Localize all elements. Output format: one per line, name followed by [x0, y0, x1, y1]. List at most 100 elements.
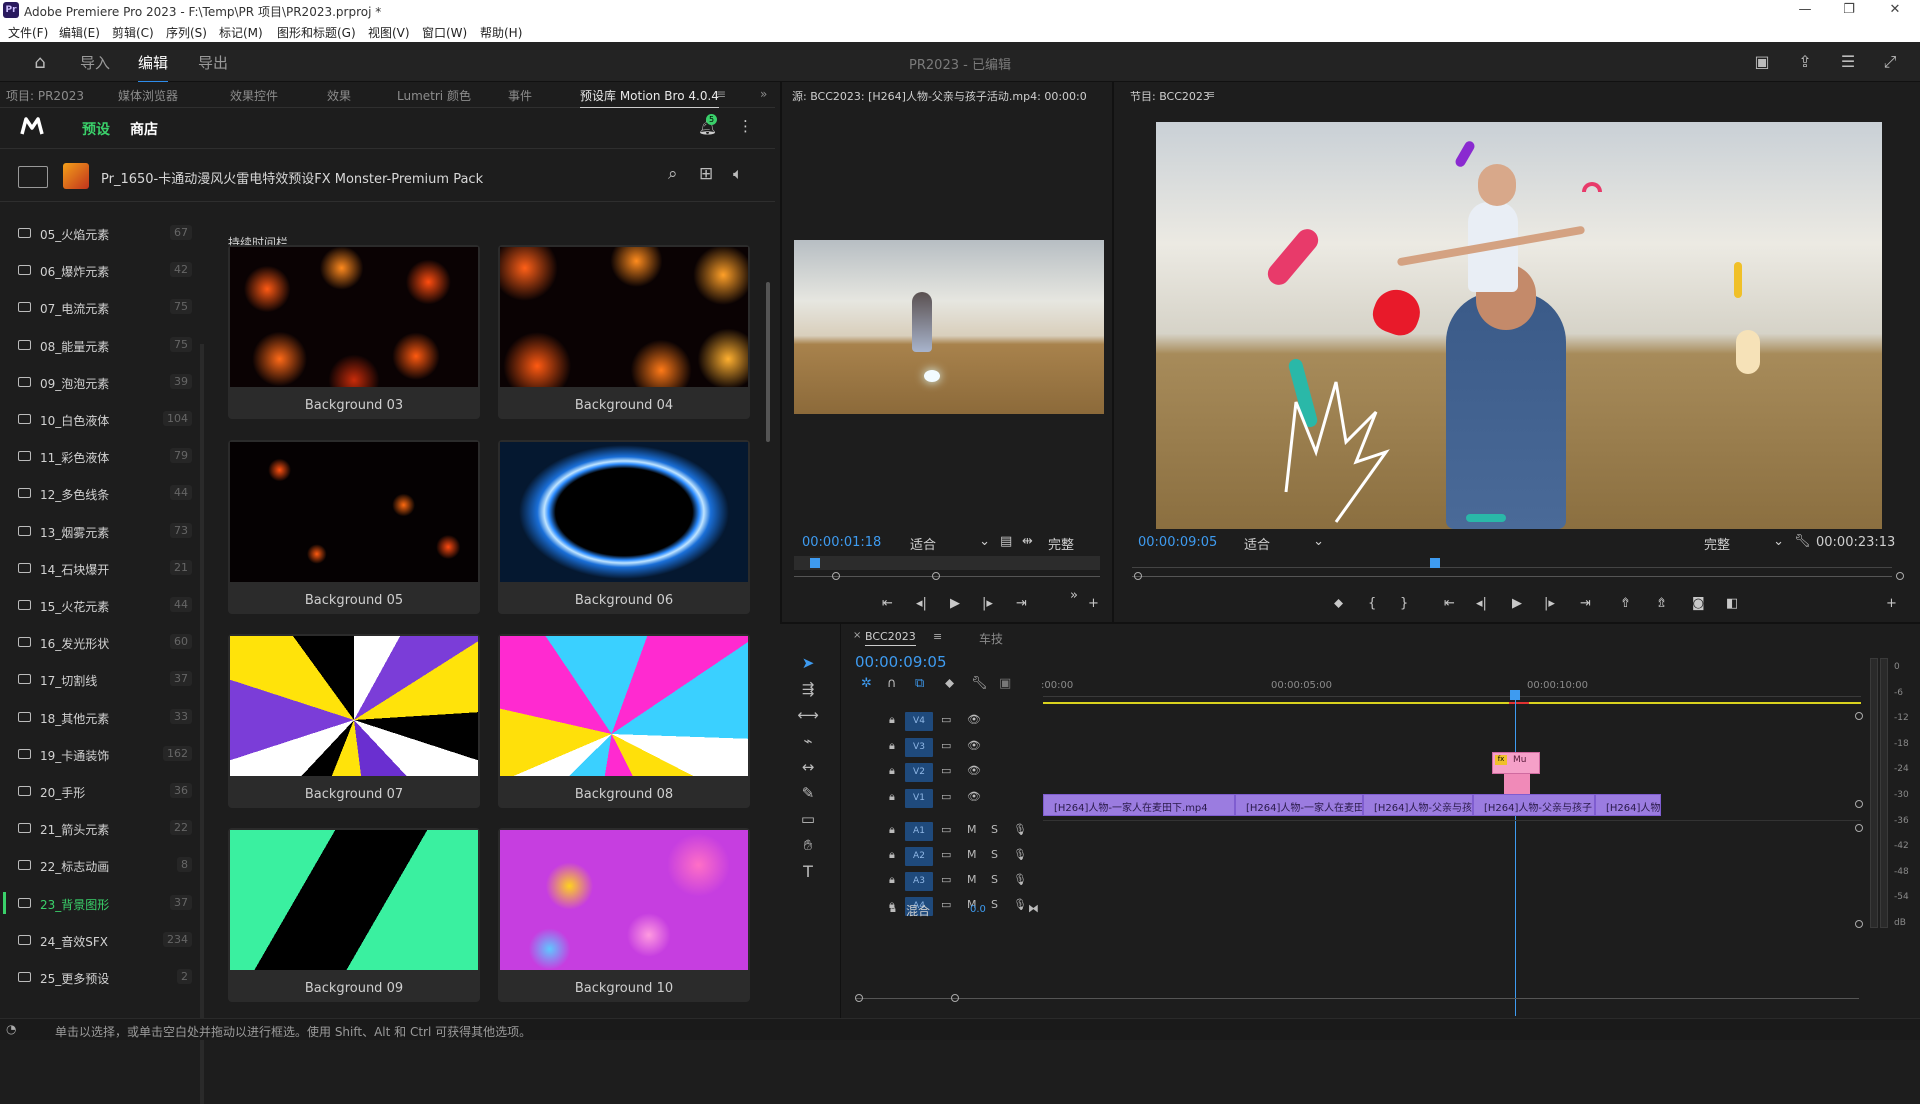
solo-button[interactable]: S: [991, 873, 998, 886]
panel-menu-icon[interactable]: ≡: [716, 87, 726, 101]
category-item[interactable]: 10_白色液体 104: [0, 404, 198, 434]
close-tab-icon[interactable]: ×: [853, 630, 861, 641]
category-item[interactable]: 16_发光形状 60: [0, 627, 198, 657]
category-item[interactable]: 19_卡通装饰 162: [0, 739, 198, 769]
lock-icon[interactable]: 🔒︎: [889, 848, 895, 862]
timeline-playhead-line[interactable]: [1515, 700, 1516, 1016]
program-quality-dropdown[interactable]: 完整 ⌄: [1704, 534, 1784, 553]
timeline-playhead-handle[interactable]: [1510, 690, 1520, 700]
step-back-icon[interactable]: ◂|: [916, 596, 927, 611]
store-tab[interactable]: 商店: [130, 119, 158, 139]
eye-icon[interactable]: 👁︎: [967, 713, 981, 726]
camera-icon[interactable]: ◙: [1692, 596, 1705, 611]
mute-button[interactable]: M: [967, 873, 977, 886]
category-item[interactable]: 21_箭头元素 22: [0, 813, 198, 843]
program-zoom-bar[interactable]: [1132, 576, 1892, 577]
category-item[interactable]: 15_火花元素 44: [0, 590, 198, 620]
zoom-handle-left[interactable]: [855, 994, 863, 1002]
razor-tool-icon[interactable]: ⌁: [795, 732, 821, 754]
comparison-view-icon[interactable]: ◧: [1726, 596, 1738, 611]
tab-preset-library[interactable]: 预设库 Motion Bro 4.0.4: [580, 87, 719, 108]
button-editor-icon[interactable]: +: [1088, 596, 1099, 611]
hand-tool-icon[interactable]: ✋︎: [795, 836, 821, 858]
menu-marker[interactable]: 标记(M): [219, 24, 263, 41]
tab-export[interactable]: 导出: [198, 52, 228, 73]
source-scrubber[interactable]: [794, 556, 1100, 570]
menu-graphics[interactable]: 图形和标题(G): [277, 24, 356, 41]
tab-events[interactable]: 事件: [508, 87, 532, 104]
more-controls-icon[interactable]: »: [1070, 588, 1078, 603]
presets-tab[interactable]: 预设: [82, 119, 110, 139]
voice-over-icon[interactable]: 🎙︎: [1013, 823, 1027, 836]
drag-video-icon[interactable]: ⇹: [1022, 534, 1033, 549]
go-to-out-icon[interactable]: ⇥: [1016, 596, 1027, 611]
workspaces-icon[interactable]: ☰: [1838, 52, 1858, 72]
lock-icon[interactable]: 🔒︎: [889, 739, 895, 753]
close-button[interactable]: ✕: [1880, 2, 1910, 17]
panel-menu-icon[interactable]: ≡: [933, 630, 942, 643]
preset-thumb[interactable]: Background 03: [228, 245, 480, 419]
home-icon[interactable]: ⌂: [30, 52, 50, 73]
sync-lock-icon[interactable]: ▭: [941, 823, 951, 836]
source-timecode[interactable]: 00:00:01:18: [802, 535, 881, 550]
eye-icon[interactable]: 👁︎: [967, 764, 981, 777]
tab-project[interactable]: 项目: PR2023: [6, 87, 84, 104]
preset-thumb[interactable]: Background 10: [498, 828, 750, 1002]
tab-edit[interactable]: 编辑: [138, 52, 169, 83]
menu-clip[interactable]: 剪辑(C): [112, 24, 154, 41]
work-area-bar[interactable]: [1043, 702, 1861, 704]
extract-icon[interactable]: ⇯: [1656, 596, 1667, 611]
program-playhead[interactable]: [1430, 558, 1440, 568]
lock-icon[interactable]: 🔒︎: [890, 902, 896, 916]
source-quality-dropdown[interactable]: 完整: [1048, 534, 1074, 553]
preset-thumb[interactable]: Background 07: [228, 634, 480, 808]
pen-tool-icon[interactable]: ✎: [795, 784, 821, 806]
add-marker-icon[interactable]: ⬥: [945, 676, 954, 691]
category-item[interactable]: 18_其他元素 33: [0, 702, 198, 732]
mute-button[interactable]: M: [967, 823, 977, 836]
preset-thumb[interactable]: Background 04: [498, 245, 750, 419]
category-item[interactable]: 22_标志动画 8: [0, 850, 198, 880]
program-fit-dropdown[interactable]: 适合 ⌄: [1244, 534, 1324, 553]
category-item[interactable]: 11_彩色液体 79: [0, 441, 198, 471]
voice-over-icon[interactable]: 🎙︎: [1013, 873, 1027, 886]
preset-thumb[interactable]: Background 05: [228, 440, 480, 614]
mark-in-icon[interactable]: {: [1368, 596, 1376, 611]
track-target[interactable]: V3: [905, 737, 933, 757]
lock-icon[interactable]: 🔒︎: [889, 873, 895, 887]
preset-thumb[interactable]: Background 08: [498, 634, 750, 808]
solo-button[interactable]: S: [991, 823, 998, 836]
linked-selection-icon[interactable]: ⧉: [915, 676, 924, 691]
category-item[interactable]: 05_火焰元素 67: [0, 218, 198, 248]
tab-media-browser[interactable]: 媒体浏览器: [118, 87, 178, 104]
source-zoom-handle[interactable]: [932, 572, 940, 580]
video-clip[interactable]: [H264]人物: [1595, 794, 1661, 816]
video-clip[interactable]: [H264]人物-父亲与孩子: [1473, 794, 1595, 816]
track-select-tool-icon[interactable]: ⇶: [795, 680, 821, 702]
track-target[interactable]: A2: [905, 847, 933, 866]
category-item[interactable]: 23_背景图形 37: [0, 888, 198, 918]
rectangle-tool-icon[interactable]: ▭: [795, 810, 821, 832]
search-icon[interactable]: ⌕: [668, 164, 678, 184]
go-to-in-icon[interactable]: ⇤: [1444, 596, 1455, 611]
go-to-in-icon[interactable]: ⇤: [882, 596, 893, 611]
more-options-icon[interactable]: ⋮: [738, 117, 753, 135]
play-icon[interactable]: ▶: [950, 596, 960, 611]
sync-lock-icon[interactable]: ▭: [941, 713, 951, 726]
sync-lock-icon[interactable]: ▭: [941, 764, 951, 777]
video-clip[interactable]: [H264]人物-一家人在麦田: [1235, 794, 1363, 816]
step-back-icon[interactable]: ◂|: [1476, 596, 1487, 611]
eye-icon[interactable]: 👁︎: [967, 790, 981, 803]
grid-view-icon[interactable]: ⊞: [699, 164, 713, 184]
sync-lock-icon[interactable]: ▭: [941, 873, 951, 886]
wrench-icon[interactable]: 🔧︎: [971, 676, 988, 691]
menu-help[interactable]: 帮助(H): [480, 24, 522, 41]
eye-icon[interactable]: 👁︎: [967, 739, 981, 752]
lock-icon[interactable]: 🔒︎: [889, 790, 895, 804]
step-forward-icon[interactable]: |▸: [982, 596, 993, 611]
menu-file[interactable]: 文件(F): [8, 24, 48, 41]
lift-icon[interactable]: ⇮: [1620, 596, 1631, 611]
sync-lock-icon[interactable]: ▭: [941, 790, 951, 803]
zoom-handle-right[interactable]: [951, 994, 959, 1002]
source-fit-dropdown[interactable]: 适合 ⌄: [910, 534, 990, 553]
